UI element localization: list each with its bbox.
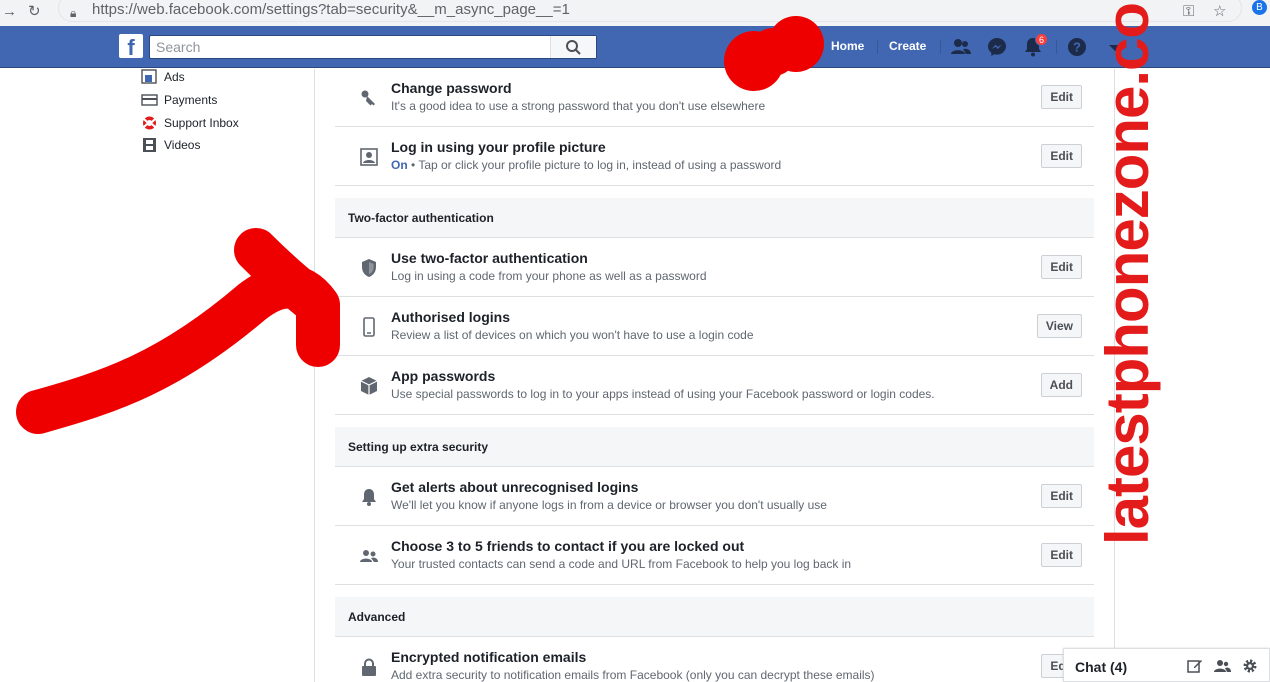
profile-avatar[interactable]: B xyxy=(1252,0,1267,15)
chat-dock[interactable]: Chat (4) xyxy=(1063,648,1270,682)
search-input[interactable] xyxy=(150,36,550,58)
browser-toolbar: → ↻ 🔒︎ https://web.facebook.com/settings… xyxy=(0,0,1270,26)
sidebar-item-ads[interactable]: Ads xyxy=(141,68,185,86)
section-heading-advanced: Advanced xyxy=(335,597,1094,637)
sidebar-item-label: Ads xyxy=(164,70,185,84)
facebook-logo[interactable]: f xyxy=(119,34,143,58)
sidebar-item-payments[interactable]: Payments xyxy=(141,91,217,109)
section-heading-extra-security: Setting up extra security xyxy=(335,427,1094,467)
setting-row-authorised-logins: Authorised logins Review a list of devic… xyxy=(335,297,1094,356)
setting-description: We'll let you know if anyone logs in fro… xyxy=(391,498,827,512)
nav-divider xyxy=(940,40,941,54)
setting-title: Get alerts about unrecognised logins xyxy=(391,479,639,495)
page: → ↻ 🔒︎ https://web.facebook.com/settings… xyxy=(0,0,1270,682)
sidebar-item-support-inbox[interactable]: Support Inbox xyxy=(141,114,239,132)
search-box xyxy=(149,35,597,59)
nav-divider xyxy=(877,40,878,54)
lock-icon: 🔒︎ xyxy=(70,6,77,20)
compose-icon[interactable] xyxy=(1187,658,1203,674)
forward-icon[interactable]: → xyxy=(2,3,17,21)
friend-requests-icon[interactable] xyxy=(950,36,972,58)
star-icon[interactable]: ☆ xyxy=(1213,3,1226,21)
sidebar-item-label: Videos xyxy=(164,138,201,152)
setting-description: On • Tap or click your profile picture t… xyxy=(391,158,781,172)
nav-home-link[interactable]: Home xyxy=(831,39,864,53)
setting-description: Add extra security to notification email… xyxy=(391,668,875,682)
setting-description: Review a list of devices on which you wo… xyxy=(391,328,754,342)
setting-title: Use two-factor authentication xyxy=(391,250,588,266)
setting-title: Log in using your profile picture xyxy=(391,139,606,155)
svg-text:?: ? xyxy=(1073,40,1081,55)
setting-title: Authorised logins xyxy=(391,309,510,325)
friends-icon xyxy=(360,550,378,562)
setting-row-login-alerts: Get alerts about unrecognised logins We'… xyxy=(335,467,1094,526)
setting-title: App passwords xyxy=(391,368,496,384)
view-authorised-logins-button[interactable]: View xyxy=(1036,314,1082,338)
profile-picture-icon xyxy=(360,148,378,166)
setting-row-app-passwords: App passwords Use special passwords to l… xyxy=(335,356,1094,415)
search-icon xyxy=(566,40,581,55)
phone-icon xyxy=(363,317,375,337)
sidebar-item-videos[interactable]: Videos xyxy=(141,136,200,154)
lifebuoy-icon xyxy=(143,116,156,130)
edit-profile-login-button[interactable]: Edit xyxy=(1041,144,1082,168)
setting-description: Use special passwords to log in to your … xyxy=(391,387,935,401)
ads-icon xyxy=(141,69,157,84)
credit-card-icon xyxy=(141,94,158,106)
film-icon xyxy=(143,138,156,152)
cube-icon xyxy=(360,377,378,395)
setting-row-encrypted-emails: Encrypted notification emails Add extra … xyxy=(335,637,1094,682)
search-button[interactable] xyxy=(550,36,596,58)
sidebar-item-label: Support Inbox xyxy=(164,116,239,130)
edit-trusted-contacts-button[interactable]: Edit xyxy=(1041,543,1082,567)
setting-description: Log in using a code from your phone as w… xyxy=(391,269,707,283)
setting-description: Your trusted contacts can send a code an… xyxy=(391,557,852,571)
help-icon[interactable]: ? xyxy=(1066,36,1088,58)
messenger-icon[interactable] xyxy=(986,36,1008,58)
nav-divider xyxy=(1056,40,1057,54)
edit-password-button[interactable]: Edit xyxy=(1041,85,1082,109)
lock-icon xyxy=(362,658,376,676)
nav-create-link[interactable]: Create xyxy=(889,39,926,53)
group-chat-icon[interactable] xyxy=(1214,658,1231,674)
section-heading-two-factor: Two-factor authentication xyxy=(335,198,1094,238)
setting-description-text: • Tap or click your profile picture to l… xyxy=(407,158,782,172)
chat-label[interactable]: Chat (4) xyxy=(1075,659,1127,675)
edit-two-factor-button[interactable]: Edit xyxy=(1041,255,1082,279)
setting-row-two-factor: Use two-factor authentication Log in usi… xyxy=(335,238,1094,297)
bell-icon xyxy=(362,489,376,506)
setting-title: Change password xyxy=(391,80,512,96)
status-on-badge[interactable]: On xyxy=(391,158,408,172)
red-arrow-shape xyxy=(16,228,340,434)
setting-row-profile-picture-login: Log in using your profile picture On • T… xyxy=(335,127,1094,186)
setting-description: It's a good idea to use a strong passwor… xyxy=(391,99,766,113)
key-icon[interactable]: ⚿ xyxy=(1183,3,1194,21)
setting-row-change-password: Change password It's a good idea to use … xyxy=(335,68,1094,127)
setting-title: Encrypted notification emails xyxy=(391,649,587,665)
shield-icon xyxy=(362,259,376,277)
key-icon xyxy=(361,90,375,106)
notification-count-badge: 6 xyxy=(1035,33,1049,46)
column-divider xyxy=(314,69,315,682)
watermark-text: latestphonezone.com xyxy=(1094,0,1161,545)
url-text[interactable]: https://web.facebook.com/settings?tab=se… xyxy=(92,1,570,19)
sidebar-item-label: Payments xyxy=(164,93,218,107)
gear-icon[interactable] xyxy=(1242,658,1258,674)
edit-login-alerts-button[interactable]: Edit xyxy=(1041,484,1082,508)
setting-title: Choose 3 to 5 friends to contact if you … xyxy=(391,538,745,554)
setting-row-trusted-contacts: Choose 3 to 5 friends to contact if you … xyxy=(335,526,1094,585)
reload-icon[interactable]: ↻ xyxy=(28,3,41,21)
facebook-top-nav: f Home Create 6 ? xyxy=(0,26,1270,68)
add-app-password-button[interactable]: Add xyxy=(1040,373,1082,397)
